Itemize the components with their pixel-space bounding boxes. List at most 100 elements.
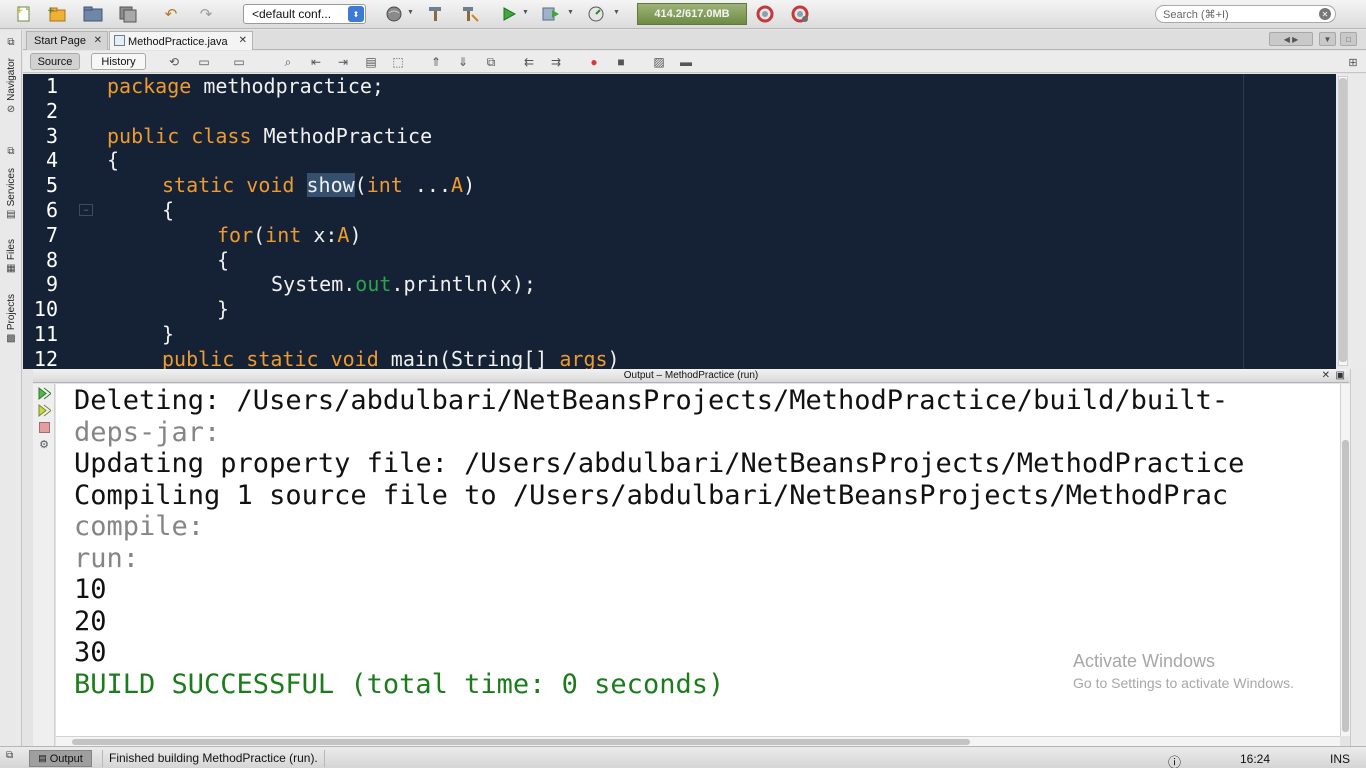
dock-label-navigator: Navigator xyxy=(5,58,17,101)
dock-label-projects: Projects xyxy=(5,294,17,331)
stop-macro-icon[interactable]: ■ xyxy=(613,54,629,70)
toggle-highlight-icon[interactable]: ▤ xyxy=(363,54,379,70)
gc-icon-1[interactable] xyxy=(754,4,776,24)
shift-left-icon[interactable]: ⇇ xyxy=(521,54,537,70)
dock-label-files: Files xyxy=(5,239,17,261)
dock-item-services[interactable]: Services ▤ xyxy=(0,168,22,220)
code-line-10: } xyxy=(217,297,230,322)
line-number: 6 xyxy=(45,198,58,222)
close-icon[interactable]: ✕ xyxy=(94,35,102,46)
history-button[interactable]: History xyxy=(91,53,146,70)
save-all-icon[interactable] xyxy=(117,4,139,24)
run-icon[interactable] xyxy=(498,4,520,24)
right-margin-line xyxy=(1243,74,1244,369)
memory-indicator[interactable]: 414.2/617.0MB xyxy=(637,3,747,25)
scrollbar-thumb[interactable] xyxy=(1339,78,1347,362)
last-edit-icon[interactable]: ⟲ xyxy=(166,54,182,70)
search-input[interactable]: Search (⌘+I) ✕ xyxy=(1155,5,1336,23)
scrollbar-thumb[interactable] xyxy=(72,739,970,745)
notifications-icon[interactable]: ⓘ xyxy=(1168,752,1181,768)
tab-methodpractice-java[interactable]: MethodPractice.java ✕ xyxy=(109,31,253,50)
fold-toggle-icon[interactable]: − xyxy=(79,204,93,216)
globe-icon[interactable] xyxy=(383,4,405,24)
watermark-title: Activate Windows xyxy=(1073,651,1216,671)
find-previous-icon[interactable]: ⇤ xyxy=(308,54,324,70)
close-icon[interactable]: ✕ xyxy=(1322,369,1330,382)
keyword: package xyxy=(107,74,192,98)
output-vertical-scrollbar[interactable] xyxy=(1340,384,1350,736)
files-icon: ▦ xyxy=(6,263,16,275)
toggle-selection-icon[interactable]: ⬚ xyxy=(390,54,406,70)
redo-icon[interactable]: ↷ xyxy=(195,4,217,24)
maximize-icon[interactable]: ▣ xyxy=(1336,369,1345,382)
next-bookmark-icon[interactable]: ⇓ xyxy=(455,54,471,70)
line-number: 9 xyxy=(45,272,58,297)
right-dock xyxy=(1350,369,1366,746)
rerun-icon[interactable] xyxy=(37,387,51,400)
main-toolbar: + + ↶ ↷ <default conf... ⬍ ▼ ▼ ▼ ▼ 414.2… xyxy=(0,0,1366,29)
line-number: 12 xyxy=(33,346,58,369)
debug-icon[interactable] xyxy=(540,4,562,24)
output-horizontal-scrollbar[interactable] xyxy=(56,736,1340,746)
uncomment-icon[interactable]: ▬ xyxy=(678,54,694,70)
find-icon[interactable]: ⌕ xyxy=(280,54,296,70)
output-window-title: Output – MethodPractice (run) ✕ ▣ xyxy=(33,369,1349,383)
output-title-text: Output – MethodPractice (run) xyxy=(623,370,759,381)
keyword: public static void xyxy=(162,346,379,369)
editor-toolbar: Source History ⟲ ▭ ▭ ⌕ ⇤ ⇥ ▤ ⬚ ⇑ ⇓ ⧉ ⇇ ⇉… xyxy=(23,51,1366,73)
dock-item-navigator[interactable]: Navigator ⊘ xyxy=(0,58,22,115)
maximize-button[interactable]: □ xyxy=(1340,32,1357,46)
find-next-icon[interactable]: ⇥ xyxy=(335,54,351,70)
tab-list-button[interactable]: ▼ xyxy=(1319,32,1336,46)
scrollbar-thumb[interactable] xyxy=(1342,440,1349,732)
start-macro-icon[interactable]: ● xyxy=(586,54,602,70)
dock-minimize-icon[interactable]: ⧉ xyxy=(0,34,22,48)
code-text: ( xyxy=(253,222,266,247)
chevron-down-icon[interactable]: ▼ xyxy=(522,9,529,16)
chevron-down-icon[interactable]: ▼ xyxy=(567,9,574,16)
java-file-icon xyxy=(114,35,125,46)
svg-text:+: + xyxy=(16,6,24,16)
split-editor-icon[interactable]: ⊞ xyxy=(1345,54,1361,70)
tab-label: Start Page xyxy=(34,35,86,47)
line-number: 2 xyxy=(45,98,58,123)
output-icon: ▤ xyxy=(38,753,47,763)
configuration-value: <default conf... xyxy=(252,7,332,21)
new-project-icon[interactable]: + xyxy=(46,4,68,24)
editor-scrollbar[interactable] xyxy=(1336,74,1366,369)
dock-item-files[interactable]: Files ▦ xyxy=(0,239,22,274)
configuration-select[interactable]: <default conf... ⬍ xyxy=(243,4,366,24)
tab-start-page[interactable]: Start Page ✕ xyxy=(26,31,108,50)
profile-icon[interactable] xyxy=(586,4,608,24)
clear-search-icon[interactable]: ✕ xyxy=(1319,8,1331,20)
code-editor[interactable]: 1 2 3 4 5 6 7 8 9 10 11 12 − package met… xyxy=(23,74,1336,369)
hammer-icon[interactable] xyxy=(424,4,446,24)
dock-item-projects[interactable]: Projects ▩ xyxy=(0,294,22,344)
back-icon[interactable]: ▭ xyxy=(196,54,212,70)
gc-icon-2[interactable] xyxy=(789,4,811,24)
shift-right-icon[interactable]: ⇉ xyxy=(548,54,564,70)
tab-scroll-buttons[interactable]: ◀ ▶ xyxy=(1269,32,1313,46)
open-project-icon[interactable] xyxy=(82,4,104,24)
settings-icon[interactable]: ⚙ xyxy=(37,438,51,451)
chevron-down-icon[interactable]: ▼ xyxy=(407,9,414,16)
comment-icon[interactable]: ▨ xyxy=(651,54,667,70)
code-text: .println(x); xyxy=(391,272,536,297)
stop-icon[interactable] xyxy=(37,421,51,434)
dock-restore-icon[interactable]: ⧉ xyxy=(6,750,13,761)
new-file-icon[interactable]: + xyxy=(13,4,35,24)
code-text: ) xyxy=(607,346,620,369)
line-number: 5 xyxy=(45,173,58,198)
dock-minimize-icon[interactable]: ⧉ xyxy=(0,143,22,157)
toggle-bookmark-icon[interactable]: ⧉ xyxy=(483,54,499,70)
source-button[interactable]: Source xyxy=(30,53,80,70)
clean-build-icon[interactable] xyxy=(459,4,481,24)
undo-icon[interactable]: ↶ xyxy=(160,4,182,24)
output-line: 30 xyxy=(74,637,107,668)
rerun-with-params-icon[interactable] xyxy=(37,404,51,417)
chevron-down-icon[interactable]: ▼ xyxy=(613,9,620,16)
close-icon[interactable]: ✕ xyxy=(239,35,247,46)
forward-icon[interactable]: ▭ xyxy=(231,54,247,70)
output-window-tab[interactable]: ▤ Output xyxy=(29,750,92,767)
previous-bookmark-icon[interactable]: ⇑ xyxy=(428,54,444,70)
